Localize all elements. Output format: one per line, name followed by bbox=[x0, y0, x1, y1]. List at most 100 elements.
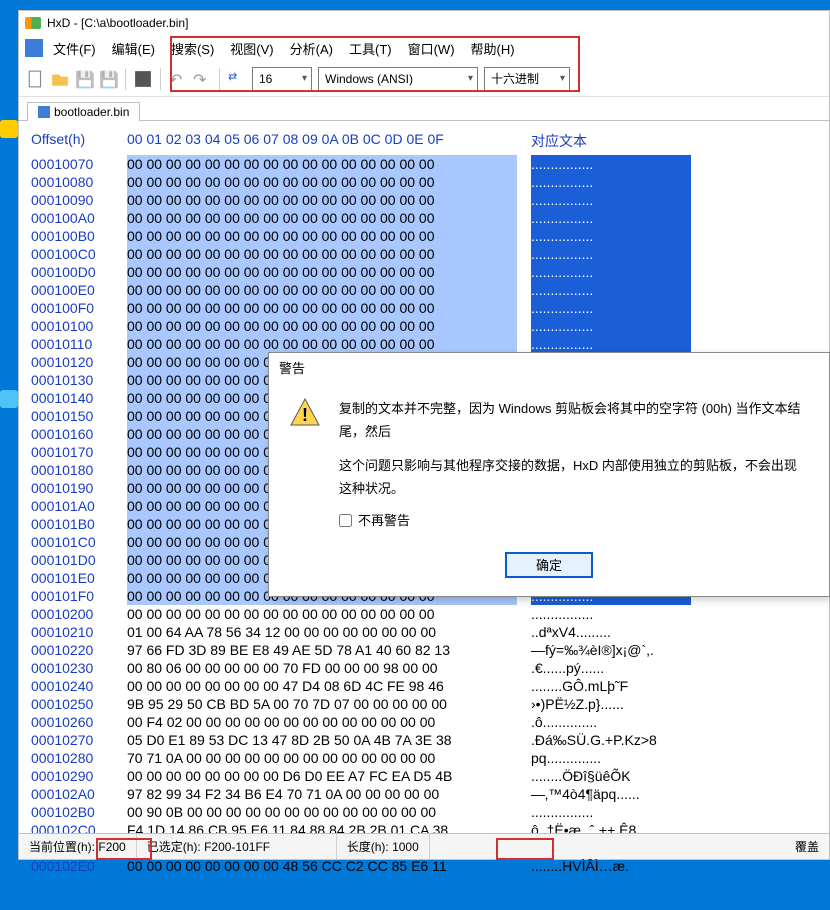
ascii-cell[interactable]: ................ bbox=[531, 803, 691, 821]
hex-row[interactable]: 0001010000 00 00 00 00 00 00 00 00 00 00… bbox=[31, 317, 817, 335]
ascii-cell[interactable]: ›•)PË½Z.p}...... bbox=[531, 695, 691, 713]
hex-row[interactable]: 0001028070 71 0A 00 00 00 00 00 00 00 00… bbox=[31, 749, 817, 767]
hex-row[interactable]: 0001024000 00 00 00 00 00 00 00 47 D4 08… bbox=[31, 677, 817, 695]
bytes-cell[interactable]: 00 00 00 00 00 00 00 00 47 D4 08 6D 4C F… bbox=[127, 677, 517, 695]
ascii-cell[interactable]: .Ðá‰SÜ.G.+P.Kz>8 bbox=[531, 731, 691, 749]
menu-edit[interactable]: 编辑(E) bbox=[106, 37, 161, 60]
encoding-combo[interactable]: Windows (ANSI) bbox=[318, 67, 478, 91]
menu-window[interactable]: 窗口(W) bbox=[402, 37, 461, 60]
bytes-cell[interactable]: 00 90 0B 00 00 00 00 00 00 00 00 00 00 0… bbox=[127, 803, 517, 821]
hex-row[interactable]: 0001008000 00 00 00 00 00 00 00 00 00 00… bbox=[31, 173, 817, 191]
bytes-cell[interactable]: 05 D0 E1 89 53 DC 13 47 8D 2B 50 0A 4B 7… bbox=[127, 731, 517, 749]
bytes-cell[interactable]: 9B 95 29 50 CB BD 5A 00 70 7D 07 00 00 0… bbox=[127, 695, 517, 713]
insert-mode: 覆盖 bbox=[785, 834, 829, 859]
ascii-cell[interactable]: ................ bbox=[531, 209, 691, 227]
hex-row[interactable]: 000100E000 00 00 00 00 00 00 00 00 00 00… bbox=[31, 281, 817, 299]
title-bar[interactable]: HxD - [C:\a\bootloader.bin] bbox=[19, 11, 829, 35]
ascii-cell[interactable]: ................ bbox=[531, 245, 691, 263]
bytes-cell[interactable]: 00 00 00 00 00 00 00 00 00 00 00 00 00 0… bbox=[127, 245, 517, 263]
hex-row[interactable]: 000102509B 95 29 50 CB BD 5A 00 70 7D 07… bbox=[31, 695, 817, 713]
bytes-cell[interactable]: 00 00 00 00 00 00 00 00 D6 D0 EE A7 FC E… bbox=[127, 767, 517, 785]
ascii-cell[interactable]: .€......pý...... bbox=[531, 659, 691, 677]
ascii-cell[interactable]: ................ bbox=[531, 335, 691, 353]
menu-search[interactable]: 搜索(S) bbox=[165, 37, 220, 60]
save-all-icon[interactable]: 💾 bbox=[99, 70, 117, 88]
menu-file[interactable]: 文件(F) bbox=[47, 37, 102, 60]
bytes-cell[interactable]: 00 00 00 00 00 00 00 00 00 00 00 00 00 0… bbox=[127, 173, 517, 191]
dialog-title[interactable]: 警告 bbox=[269, 353, 829, 381]
hex-row[interactable]: 0001007000 00 00 00 00 00 00 00 00 00 00… bbox=[31, 155, 817, 173]
bytes-cell[interactable]: 00 00 00 00 00 00 00 00 00 00 00 00 00 0… bbox=[127, 155, 517, 173]
bytes-cell[interactable]: 00 00 00 00 00 00 00 00 00 00 00 00 00 0… bbox=[127, 209, 517, 227]
hex-row[interactable]: 000100A000 00 00 00 00 00 00 00 00 00 00… bbox=[31, 209, 817, 227]
hex-row[interactable]: 000102B0 00 90 0B 00 00 00 00 00 00 00 00… bbox=[31, 803, 817, 821]
no-warn-input[interactable] bbox=[339, 514, 352, 527]
menu-view[interactable]: 视图(V) bbox=[224, 37, 279, 60]
no-warn-checkbox[interactable]: 不再警告 bbox=[339, 509, 809, 532]
bytes-cell[interactable]: 00 00 00 00 00 00 00 00 00 00 00 00 00 0… bbox=[127, 281, 517, 299]
ascii-cell[interactable]: ................ bbox=[531, 155, 691, 173]
hex-row[interactable]: 000100F000 00 00 00 00 00 00 00 00 00 00… bbox=[31, 299, 817, 317]
hex-row[interactable]: 00010090 00 00 00 00 00 00 00 00 00 00 00… bbox=[31, 191, 817, 209]
bytes-cell[interactable]: 00 F4 02 00 00 00 00 00 00 00 00 00 00 0… bbox=[127, 713, 517, 731]
bytes-per-row-combo[interactable]: 16 bbox=[252, 67, 312, 91]
hex-row[interactable]: 000100C000 00 00 00 00 00 00 00 00 00 00… bbox=[31, 245, 817, 263]
hex-row[interactable]: 0001027005 D0 E1 89 53 DC 13 47 8D 2B 50… bbox=[31, 731, 817, 749]
disk-icon[interactable] bbox=[134, 70, 152, 88]
ascii-cell[interactable]: ................ bbox=[531, 317, 691, 335]
ascii-cell[interactable]: —fý=‰¾èI®]x¡@`,. bbox=[531, 641, 691, 659]
ascii-cell[interactable]: pq.............. bbox=[531, 749, 691, 767]
bytes-cell[interactable]: 00 80 06 00 00 00 00 00 70 FD 00 00 00 9… bbox=[127, 659, 517, 677]
bytes-cell[interactable]: 70 71 0A 00 00 00 00 00 00 00 00 00 00 0… bbox=[127, 749, 517, 767]
number-base-combo[interactable]: 十六进制 bbox=[484, 67, 570, 91]
hex-row[interactable]: 0001029000 00 00 00 00 00 00 00 D6 D0 EE… bbox=[31, 767, 817, 785]
tab-bootloader[interactable]: bootloader.bin bbox=[27, 102, 140, 121]
ascii-cell[interactable]: ........HVÌÂÌ…æ. bbox=[531, 857, 691, 875]
ascii-cell[interactable]: ................ bbox=[531, 299, 691, 317]
bytes-cell[interactable]: 00 00 00 00 00 00 00 00 00 00 00 00 00 0… bbox=[127, 191, 517, 209]
ascii-cell[interactable]: .ô.............. bbox=[531, 713, 691, 731]
hex-row[interactable]: 0001026000 F4 02 00 00 00 00 00 00 00 00… bbox=[31, 713, 817, 731]
bytes-cell[interactable]: 00 00 00 00 00 00 00 00 00 00 00 00 00 0… bbox=[127, 263, 517, 281]
menu-help[interactable]: 帮助(H) bbox=[465, 37, 521, 60]
bytes-cell[interactable]: 00 00 00 00 00 00 00 00 00 00 00 00 00 0… bbox=[127, 317, 517, 335]
offset-cell: 00010090 bbox=[31, 191, 113, 209]
ascii-cell[interactable]: ................ bbox=[531, 263, 691, 281]
bytes-cell[interactable]: 00 00 00 00 00 00 00 00 00 00 00 00 00 0… bbox=[127, 605, 517, 623]
new-icon[interactable] bbox=[27, 70, 45, 88]
offset-cell: 00010180 bbox=[31, 461, 113, 479]
ascii-cell[interactable]: ................ bbox=[531, 173, 691, 191]
redo-icon[interactable]: ↷ bbox=[193, 70, 211, 88]
ascii-cell[interactable]: —‚™4ò4¶äpq...... bbox=[531, 785, 691, 803]
ascii-cell[interactable]: ................ bbox=[531, 191, 691, 209]
offset-cell: 000102B0 bbox=[31, 803, 113, 821]
ascii-cell[interactable]: ........ÖÐî§üêÕK bbox=[531, 767, 691, 785]
undo-icon[interactable]: ↶ bbox=[169, 70, 187, 88]
hex-row[interactable]: 000100D000 00 00 00 00 00 00 00 00 00 00… bbox=[31, 263, 817, 281]
ascii-cell[interactable]: ................ bbox=[531, 605, 691, 623]
menu-analyze[interactable]: 分析(A) bbox=[284, 37, 339, 60]
bytes-cell[interactable]: 00 00 00 00 00 00 00 00 00 00 00 00 00 0… bbox=[127, 227, 517, 245]
hex-row[interactable]: 000102A097 82 99 34 F2 34 B6 E4 70 71 0A… bbox=[31, 785, 817, 803]
ascii-cell[interactable]: ................ bbox=[531, 227, 691, 245]
hex-row[interactable]: 0001022097 66 FD 3D 89 BE E8 49 AE 5D 78… bbox=[31, 641, 817, 659]
hex-row[interactable]: 0001020000 00 00 00 00 00 00 00 00 00 00… bbox=[31, 605, 817, 623]
save-icon[interactable]: 💾 bbox=[75, 70, 93, 88]
bytes-cell[interactable]: 00 00 00 00 00 00 00 00 00 00 00 00 00 0… bbox=[127, 335, 517, 353]
ok-button[interactable]: 确定 bbox=[505, 552, 593, 578]
bytes-cell[interactable]: 97 82 99 34 F2 34 B6 E4 70 71 0A 00 00 0… bbox=[127, 785, 517, 803]
ascii-cell[interactable]: ................ bbox=[531, 281, 691, 299]
hex-row[interactable]: 0001011000 00 00 00 00 00 00 00 00 00 00… bbox=[31, 335, 817, 353]
menu-tools[interactable]: 工具(T) bbox=[343, 37, 398, 60]
ascii-cell[interactable]: ..dªxV4......... bbox=[531, 623, 691, 641]
bytes-cell[interactable]: 00 00 00 00 00 00 00 00 00 00 00 00 00 0… bbox=[127, 299, 517, 317]
bytes-cell[interactable]: 97 66 FD 3D 89 BE E8 49 AE 5D 78 A1 40 6… bbox=[127, 641, 517, 659]
hex-row[interactable]: 0001023000 80 06 00 00 00 00 00 70 FD 00… bbox=[31, 659, 817, 677]
hex-row[interactable]: 000102E000 00 00 00 00 00 00 00 48 56 CC… bbox=[31, 857, 817, 875]
bytes-cell[interactable]: 00 00 00 00 00 00 00 00 48 56 CC C2 CC 8… bbox=[127, 857, 517, 875]
hex-row[interactable]: 000100B000 00 00 00 00 00 00 00 00 00 00… bbox=[31, 227, 817, 245]
bytes-cell[interactable]: 01 00 64 AA 78 56 34 12 00 00 00 00 00 0… bbox=[127, 623, 517, 641]
open-icon[interactable] bbox=[51, 70, 69, 88]
ascii-cell[interactable]: ........GÔ.mLþ˜F bbox=[531, 677, 691, 695]
hex-row[interactable]: 0001021001 00 64 AA 78 56 34 12 00 00 00… bbox=[31, 623, 817, 641]
